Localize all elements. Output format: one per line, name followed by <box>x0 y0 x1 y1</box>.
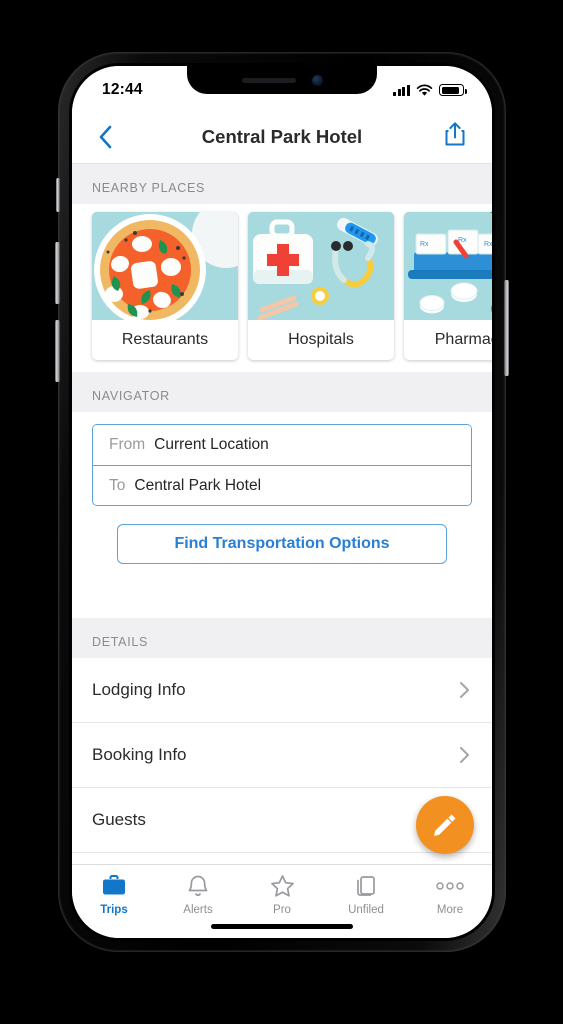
section-header-navigator: NAVIGATOR <box>72 372 492 412</box>
route-field-group: From Current Location To Central Park Ho… <box>92 424 472 506</box>
from-field[interactable]: From Current Location <box>93 425 471 465</box>
tab-pro[interactable]: Pro <box>240 873 324 916</box>
chevron-left-icon <box>99 125 112 148</box>
cellular-signal-icon <box>392 84 410 96</box>
from-value: Current Location <box>154 436 269 453</box>
tab-trips[interactable]: Trips <box>72 873 156 916</box>
home-indicator[interactable] <box>211 924 353 929</box>
chevron-right-icon <box>460 747 469 763</box>
chevron-right-icon <box>460 682 469 698</box>
to-value: Central Park Hotel <box>134 476 262 494</box>
notch <box>187 66 377 94</box>
from-label: From <box>109 436 146 453</box>
page-title: Central Park Hotel <box>201 125 363 147</box>
scroll-content[interactable]: NEARBY PLACES Restaurants Hospitals Rx R… <box>72 164 492 864</box>
nearby-card-label: Hospitals <box>288 331 354 348</box>
section-header-nearby-places: NEARBY PLACES <box>72 164 492 204</box>
phone-bezel: 12:44 Central Park Hotel NEARBY PLACES R… <box>69 63 495 941</box>
details-row-lodging-info[interactable]: Lodging Info <box>72 658 492 723</box>
status-bar-clock: 12:44 <box>102 81 143 98</box>
nearby-card-pharmacies[interactable]: Rx Rx Rx Pharma <box>404 212 492 360</box>
volume-up-button[interactable] <box>55 242 60 304</box>
to-field[interactable]: To Central Park Hotel <box>93 465 471 505</box>
navigator-block: From Current Location To Central Park Ho… <box>72 412 492 590</box>
back-button[interactable] <box>98 125 132 149</box>
tab-unfiled[interactable]: Unfiled <box>324 873 408 916</box>
section-header-details: DETAILS <box>72 618 492 658</box>
share-button[interactable] <box>444 121 466 152</box>
ellipsis-icon <box>435 873 465 899</box>
svg-text:Rx: Rx <box>420 241 429 248</box>
briefcase-icon <box>101 873 127 899</box>
nearby-card-restaurants[interactable]: Restaurants <box>92 212 238 360</box>
tab-label: Trips <box>100 904 128 916</box>
power-button[interactable] <box>504 280 509 376</box>
details-row-booking-info[interactable]: Booking Info <box>72 723 492 788</box>
spacer <box>72 590 492 618</box>
tab-label: Pro <box>273 904 291 916</box>
documents-icon <box>354 873 378 899</box>
pizza-illustration <box>92 212 238 320</box>
tab-alerts[interactable]: Alerts <box>156 873 240 916</box>
navigation-bar: Central Park Hotel <box>72 110 492 164</box>
volume-down-button[interactable] <box>55 320 60 382</box>
tab-label: Unfiled <box>348 904 384 916</box>
front-camera-icon <box>311 74 323 86</box>
nearby-card-label: Restaurants <box>121 331 209 348</box>
tab-label: Alerts <box>183 904 213 916</box>
svg-text:Rx: Rx <box>484 241 492 248</box>
nearby-card-label: Pharmacies <box>434 331 492 348</box>
find-transportation-options-button[interactable]: Find Transportation Options <box>117 524 447 564</box>
phone-screen: 12:44 Central Park Hotel NEARBY PLACES R… <box>72 66 492 938</box>
earpiece-speaker-icon <box>241 77 296 83</box>
tab-label: More <box>436 904 464 916</box>
pencil-edit-icon <box>434 814 456 836</box>
wifi-icon <box>416 84 433 96</box>
battery-icon <box>439 84 467 96</box>
row-label: Booking Info <box>92 745 187 764</box>
first-aid-illustration <box>248 212 394 320</box>
to-label: To <box>109 476 126 494</box>
phone-device-frame: 12:44 Central Park Hotel NEARBY PLACES R… <box>55 52 509 952</box>
edit-fab-button[interactable] <box>416 796 474 854</box>
share-icon <box>445 122 465 146</box>
nearby-card-hospitals[interactable]: Hospitals <box>248 212 394 360</box>
bell-icon <box>186 873 210 899</box>
nearby-places-carousel[interactable]: Restaurants Hospitals Rx Rx Rx Pharma <box>72 204 492 372</box>
status-bar-indicators <box>392 80 467 97</box>
screenshot-stage: 12:44 Central Park Hotel NEARBY PLACES R… <box>0 0 563 1024</box>
row-label: Lodging Info <box>92 680 186 699</box>
pills-illustration: Rx Rx Rx <box>404 212 492 320</box>
tab-more[interactable]: More <box>408 873 492 916</box>
row-label: Guests <box>92 810 146 829</box>
star-icon <box>270 873 295 899</box>
silent-switch-button[interactable] <box>56 178 60 212</box>
